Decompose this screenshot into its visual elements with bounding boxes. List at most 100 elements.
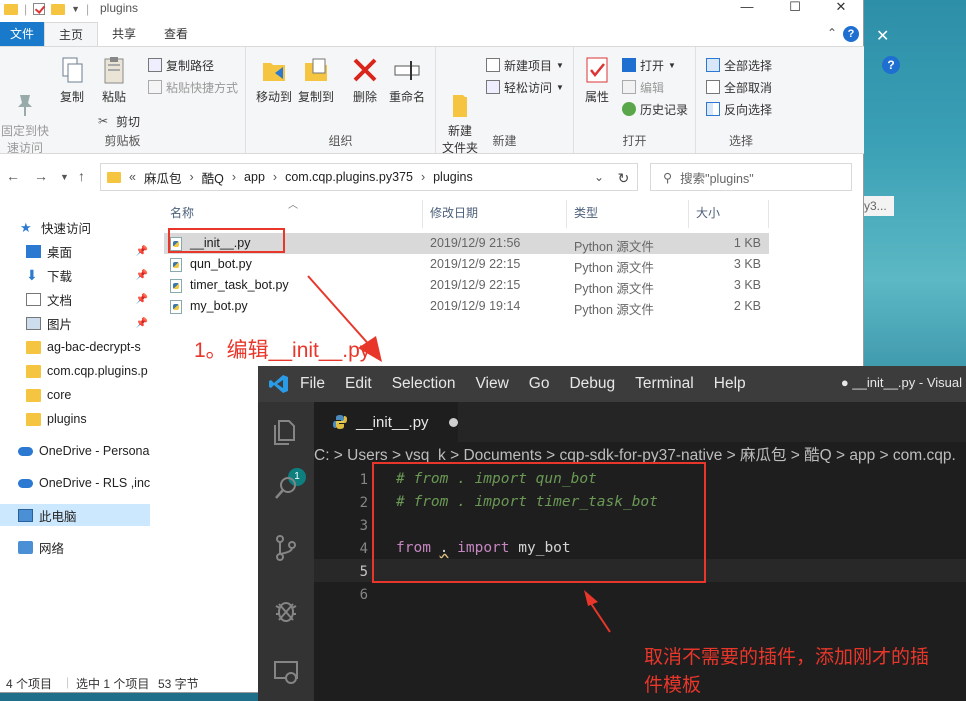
unsaved-dot-icon[interactable] <box>448 417 458 427</box>
up-arrow-icon[interactable]: ↑ <box>78 168 85 184</box>
nav-this-pc[interactable]: 此电脑 <box>0 504 150 526</box>
menu-go[interactable]: Go <box>529 375 550 393</box>
menu-view[interactable]: View <box>475 375 508 393</box>
breadcrumb-item[interactable]: com.cqp.plugins.py375 <box>285 170 413 184</box>
file-date: 2019/12/9 22:15 <box>430 257 521 271</box>
rename-button[interactable]: 重命名 <box>386 55 428 106</box>
menu-terminal[interactable]: Terminal <box>635 375 694 393</box>
address-overflow[interactable]: « <box>129 170 136 184</box>
tab-init-py[interactable]: __init__.py <box>314 402 458 442</box>
column-type[interactable]: 类型 <box>574 204 598 221</box>
copy-to-button[interactable]: 复制到 <box>296 55 336 106</box>
select-all-button[interactable]: 全部选择 <box>706 55 772 75</box>
nav-folder[interactable]: plugins <box>0 408 150 430</box>
refresh-icon[interactable]: ↻ <box>610 163 638 191</box>
source-control-icon[interactable] <box>270 532 302 564</box>
search-input[interactable]: ⚲ 搜索"plugins" <box>650 163 852 191</box>
delete-label: 删除 <box>352 90 377 104</box>
step-annotation: 1。编辑__init__.py <box>194 339 371 362</box>
line-number: 5 <box>359 564 368 580</box>
properties-button[interactable]: 属性 <box>580 55 614 106</box>
forward-arrow-icon[interactable]: → <box>34 168 48 184</box>
nav-documents[interactable]: 文档 📌 <box>0 288 150 310</box>
menu-debug[interactable]: Debug <box>569 375 615 393</box>
scissors-icon: ✂ <box>98 114 109 128</box>
nav-label: core <box>47 388 72 402</box>
breadcrumb-item[interactable]: plugins <box>433 170 473 184</box>
tab-share[interactable]: 共享 <box>98 22 150 46</box>
help-icon[interactable]: ? <box>843 26 859 42</box>
chevron-down-icon[interactable]: ▼ <box>71 4 80 14</box>
history-button[interactable]: 历史记录 <box>622 99 688 119</box>
recent-locations-icon[interactable]: ▼ <box>60 172 69 182</box>
nav-folder[interactable]: ag-bac-decrypt-s <box>0 336 150 358</box>
menu-selection[interactable]: Selection <box>392 375 456 393</box>
menu-file[interactable]: File <box>300 375 325 393</box>
column-date[interactable]: 修改日期 <box>430 204 478 221</box>
menu-help[interactable]: Help <box>714 375 746 393</box>
collapse-ribbon-icon[interactable]: ⌃ <box>827 26 837 40</box>
debug-icon[interactable] <box>270 594 302 626</box>
help-icon[interactable]: ? <box>882 56 900 74</box>
address-bar[interactable]: « 麻瓜包 › 酷Q › app › com.cqp.plugins.py375 › p… <box>100 163 638 191</box>
move-to-button[interactable]: 移动到 <box>254 55 294 106</box>
nav-quick-access[interactable]: ★ 快速访问 <box>0 216 150 238</box>
chevron-down-icon[interactable]: ⌄ <box>588 163 610 191</box>
nav-downloads[interactable]: ⬇ 下载 📌 <box>0 264 150 286</box>
invert-selection-button[interactable]: 反向选择 <box>706 99 772 119</box>
new-item-button[interactable]: 新建项目 ▼ <box>486 55 564 75</box>
editor-tabs: __init__.py <box>314 402 966 442</box>
edit-button[interactable]: 编辑 <box>622 77 664 97</box>
nav-folder[interactable]: com.cqp.plugins.p <box>0 360 150 382</box>
properties-icon[interactable] <box>33 3 46 15</box>
breadcrumb-item[interactable]: 酷Q <box>202 168 224 187</box>
annotation-arrow <box>584 590 611 633</box>
copy-button[interactable]: 复制 <box>54 55 90 106</box>
breadcrumb-item[interactable]: app <box>244 170 265 184</box>
copy-path-button[interactable]: 复制路径 <box>148 55 214 75</box>
close-button[interactable]: ✕ <box>818 0 864 18</box>
desktop-icon <box>26 244 41 258</box>
computer-icon <box>18 508 33 522</box>
paste-shortcut-button[interactable]: 粘贴快捷方式 <box>148 77 238 97</box>
file-size: 2 KB <box>733 299 761 313</box>
back-arrow-icon[interactable]: ← <box>6 168 20 184</box>
file-row[interactable]: my_bot.py 2019/12/9 19:14 Python 源文件 2 K… <box>164 296 769 317</box>
nav-desktop[interactable]: 桌面 📌 <box>0 240 150 262</box>
file-row[interactable]: qun_bot.py 2019/12/9 22:15 Python 源文件 3 … <box>164 254 769 275</box>
file-row[interactable]: timer_task_bot.py 2019/12/9 22:15 Python… <box>164 275 769 296</box>
easy-access-button[interactable]: 轻松访问 ▼ <box>486 77 564 97</box>
nav-onedrive[interactable]: OneDrive - RLS ,inc <box>0 472 150 494</box>
nav-network[interactable]: 网络 <box>0 536 150 558</box>
new-folder-icon[interactable] <box>51 3 66 15</box>
delete-button[interactable]: 删除 <box>348 55 382 106</box>
open-button[interactable]: 打开 ▼ <box>622 55 676 75</box>
remote-explorer-icon[interactable] <box>270 656 302 688</box>
maximize-button[interactable]: ☐ <box>772 0 818 18</box>
column-name[interactable]: 名称 <box>170 204 194 221</box>
search-icon[interactable] <box>270 472 302 504</box>
nav-folder[interactable]: core <box>0 384 150 406</box>
copy-path-icon <box>148 58 162 72</box>
select-none-button[interactable]: 全部取消 <box>706 77 772 97</box>
select-none-label: 全部取消 <box>724 80 773 95</box>
nav-onedrive[interactable]: OneDrive - Persona <box>0 440 150 462</box>
tab-home[interactable]: 主页 <box>44 22 99 46</box>
background-window-fragment: y3... <box>862 196 894 216</box>
paste-button[interactable]: 粘贴 <box>96 55 132 106</box>
tab-file[interactable]: 文件 <box>0 22 44 46</box>
breadcrumb-item[interactable]: 麻瓜包 <box>144 168 182 187</box>
tab-view[interactable]: 查看 <box>150 22 202 46</box>
explorer-icon[interactable] <box>270 416 302 448</box>
easy-access-icon <box>486 80 500 94</box>
easy-access-label: 轻松访问 <box>504 80 553 95</box>
column-size[interactable]: 大小 <box>696 204 720 221</box>
folder-icon <box>26 340 41 354</box>
minimize-button[interactable]: — <box>724 0 770 18</box>
nav-pictures[interactable]: 图片 📌 <box>0 312 150 334</box>
close-icon[interactable]: ✕ <box>876 26 889 46</box>
line-number: 4 <box>359 541 368 557</box>
cut-button[interactable]: ✂ 剪切 <box>98 111 140 131</box>
open-label: 打开 <box>640 58 665 73</box>
menu-edit[interactable]: Edit <box>345 375 372 393</box>
